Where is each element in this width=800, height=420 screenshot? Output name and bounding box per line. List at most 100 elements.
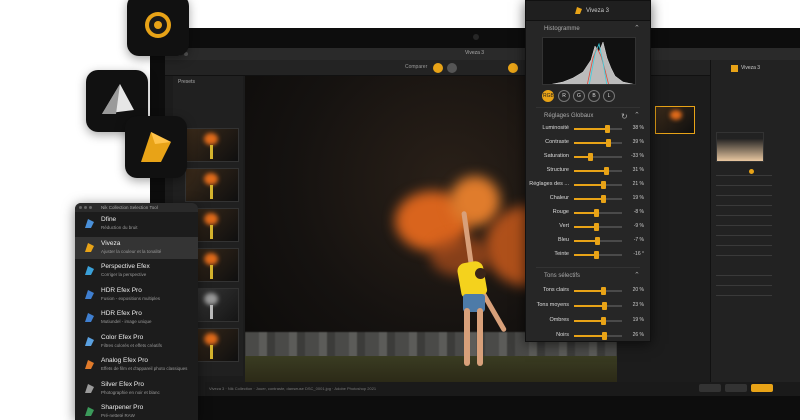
slider-handle[interactable] (605, 125, 611, 133)
reset-icon[interactable]: ↻ (621, 112, 628, 121)
slider-value: -8 % (633, 209, 644, 215)
nik-plugin-item[interactable]: Viveza Ajuster la couleur et la tonalité (75, 236, 198, 259)
slider-handle[interactable] (594, 223, 600, 231)
selective-tones-title: Tons sélectifs (544, 273, 581, 279)
nik-titlebar: Nik Collection Selection Tool (75, 203, 198, 212)
adjust-row[interactable] (716, 175, 772, 176)
slider-row: Tons clairs 20 % (526, 284, 650, 298)
analog-efex-icon (85, 360, 94, 369)
channel-g-button[interactable]: G (573, 90, 585, 102)
dancer-leg (477, 308, 483, 366)
zoom-icon[interactable] (508, 63, 518, 73)
nik-plugin-item[interactable]: Sharpener Pro Pré-netteté RAW (75, 401, 198, 420)
slider-value: 21 % (632, 181, 644, 187)
slider-handle[interactable] (588, 153, 594, 161)
slider-value: 20 % (632, 287, 644, 293)
adjust-row[interactable] (716, 215, 772, 216)
slider-track[interactable] (574, 167, 622, 175)
slider-handle[interactable] (601, 302, 607, 310)
slider-handle[interactable] (600, 287, 606, 295)
cancel-button[interactable] (699, 384, 721, 392)
chevron-up-icon[interactable]: ⌃ (634, 111, 640, 119)
nik-plugin-item[interactable]: Color Efex Pro Filtres colorés et effets … (75, 331, 198, 353)
slider-value: 19 % (632, 317, 644, 323)
slider-track[interactable] (574, 317, 622, 325)
slider-handle[interactable] (603, 167, 609, 175)
plugin-description: Filtres colorés et effets créatifs (101, 342, 162, 348)
slider-row: Vert -9 % (526, 220, 650, 234)
status-bar: Viveza 3 · Nik Collection · Jouer, contr… (205, 382, 800, 396)
slider-value: -7 % (633, 237, 644, 243)
slider-track[interactable] (574, 125, 622, 133)
adjust-row[interactable] (716, 185, 772, 186)
adjust-row[interactable] (716, 295, 772, 296)
slider-handle[interactable] (600, 317, 606, 325)
channel-b-button[interactable]: B (588, 90, 600, 102)
chevron-up-icon[interactable]: ⌃ (634, 24, 640, 32)
chevron-up-icon[interactable]: ⌃ (634, 271, 640, 279)
slider-handle[interactable] (605, 139, 611, 147)
plugin-description: Corriger la perspective (101, 272, 147, 277)
slider-label: Tons clairs (543, 287, 569, 293)
apply-button[interactable] (751, 384, 773, 392)
slider-track[interactable] (574, 139, 622, 147)
dfine-app-icon[interactable] (127, 0, 189, 56)
nik-plugin-item[interactable]: Silver Efex Pro Photographie en noir et b… (75, 378, 198, 400)
nik-plugin-item[interactable]: Perspective Efex Corriger la perspective (75, 260, 198, 282)
slider-handle[interactable] (594, 251, 600, 259)
slider-fill (574, 198, 603, 200)
nik-plugin-item[interactable]: Analog Efex Pro Effets de film et d'appar… (75, 354, 198, 376)
slider-track[interactable] (574, 251, 622, 259)
adjust-row[interactable] (716, 195, 772, 196)
channel-l-button[interactable]: L (603, 90, 615, 102)
nik-plugin-item[interactable]: Dfine Réduction du bruit (75, 213, 198, 235)
slider-track[interactable] (574, 195, 622, 203)
adjust-row[interactable] (716, 245, 772, 246)
slider-label: Chaleur (549, 195, 569, 201)
nik-plugin-item[interactable]: HDR Efex Pro Fusion - expositions multipl… (75, 284, 198, 306)
channel-r-button[interactable]: R (558, 90, 570, 102)
slider-handle[interactable] (602, 332, 608, 340)
save-button[interactable] (725, 384, 747, 392)
viveza-app-icon[interactable] (125, 116, 187, 178)
adjust-row[interactable] (716, 275, 772, 276)
slider-track[interactable] (574, 332, 622, 340)
adjust-row[interactable] (716, 285, 772, 286)
preset-thumbnail[interactable] (185, 128, 239, 162)
compare-toggle-icon[interactable] (433, 63, 443, 73)
slider-value: 39 % (632, 139, 644, 145)
slider-handle[interactable] (594, 237, 600, 245)
status-text: Viveza 3 · Nik Collection · Jouer, contr… (209, 386, 377, 391)
slider-track[interactable] (574, 287, 622, 295)
slider-fill (574, 335, 605, 337)
split-view-icon[interactable] (447, 63, 457, 73)
nik-title: Nik Collection Selection Tool (101, 205, 158, 210)
camera-dot (473, 34, 479, 40)
slider-fill (574, 240, 597, 242)
adjust-row[interactable] (716, 225, 772, 226)
slider-handle[interactable] (601, 181, 607, 189)
navigator-thumbnail[interactable] (655, 106, 695, 134)
slider-value: -16 ° (633, 251, 644, 257)
preset-thumbnail[interactable] (185, 168, 239, 202)
slider-fill (574, 212, 597, 214)
slider-track[interactable] (574, 223, 622, 231)
slider-handle[interactable] (594, 209, 600, 217)
adjust-row[interactable] (716, 205, 772, 206)
control-point-icon[interactable] (749, 169, 754, 174)
window-controls[interactable] (79, 206, 92, 209)
viveza-panel: Viveza 3 Histogramme ⌃ RGB R G B L Régla… (525, 0, 651, 342)
nik-plugin-item[interactable]: HDR Efex Pro Mutiundel - image unique (75, 307, 198, 329)
adjust-row[interactable] (716, 255, 772, 256)
grass (245, 356, 617, 382)
slider-track[interactable] (574, 209, 622, 217)
plugin-name: Analog Efex Pro (101, 357, 148, 364)
slider-track[interactable] (574, 302, 622, 310)
histogram-channel-buttons: RGB R G B L (542, 90, 636, 102)
slider-track[interactable] (574, 181, 622, 189)
slider-handle[interactable] (600, 195, 606, 203)
slider-track[interactable] (574, 237, 622, 245)
adjust-row[interactable] (716, 235, 772, 236)
channel-rgb-button[interactable]: RGB (542, 90, 554, 102)
slider-track[interactable] (574, 153, 622, 161)
